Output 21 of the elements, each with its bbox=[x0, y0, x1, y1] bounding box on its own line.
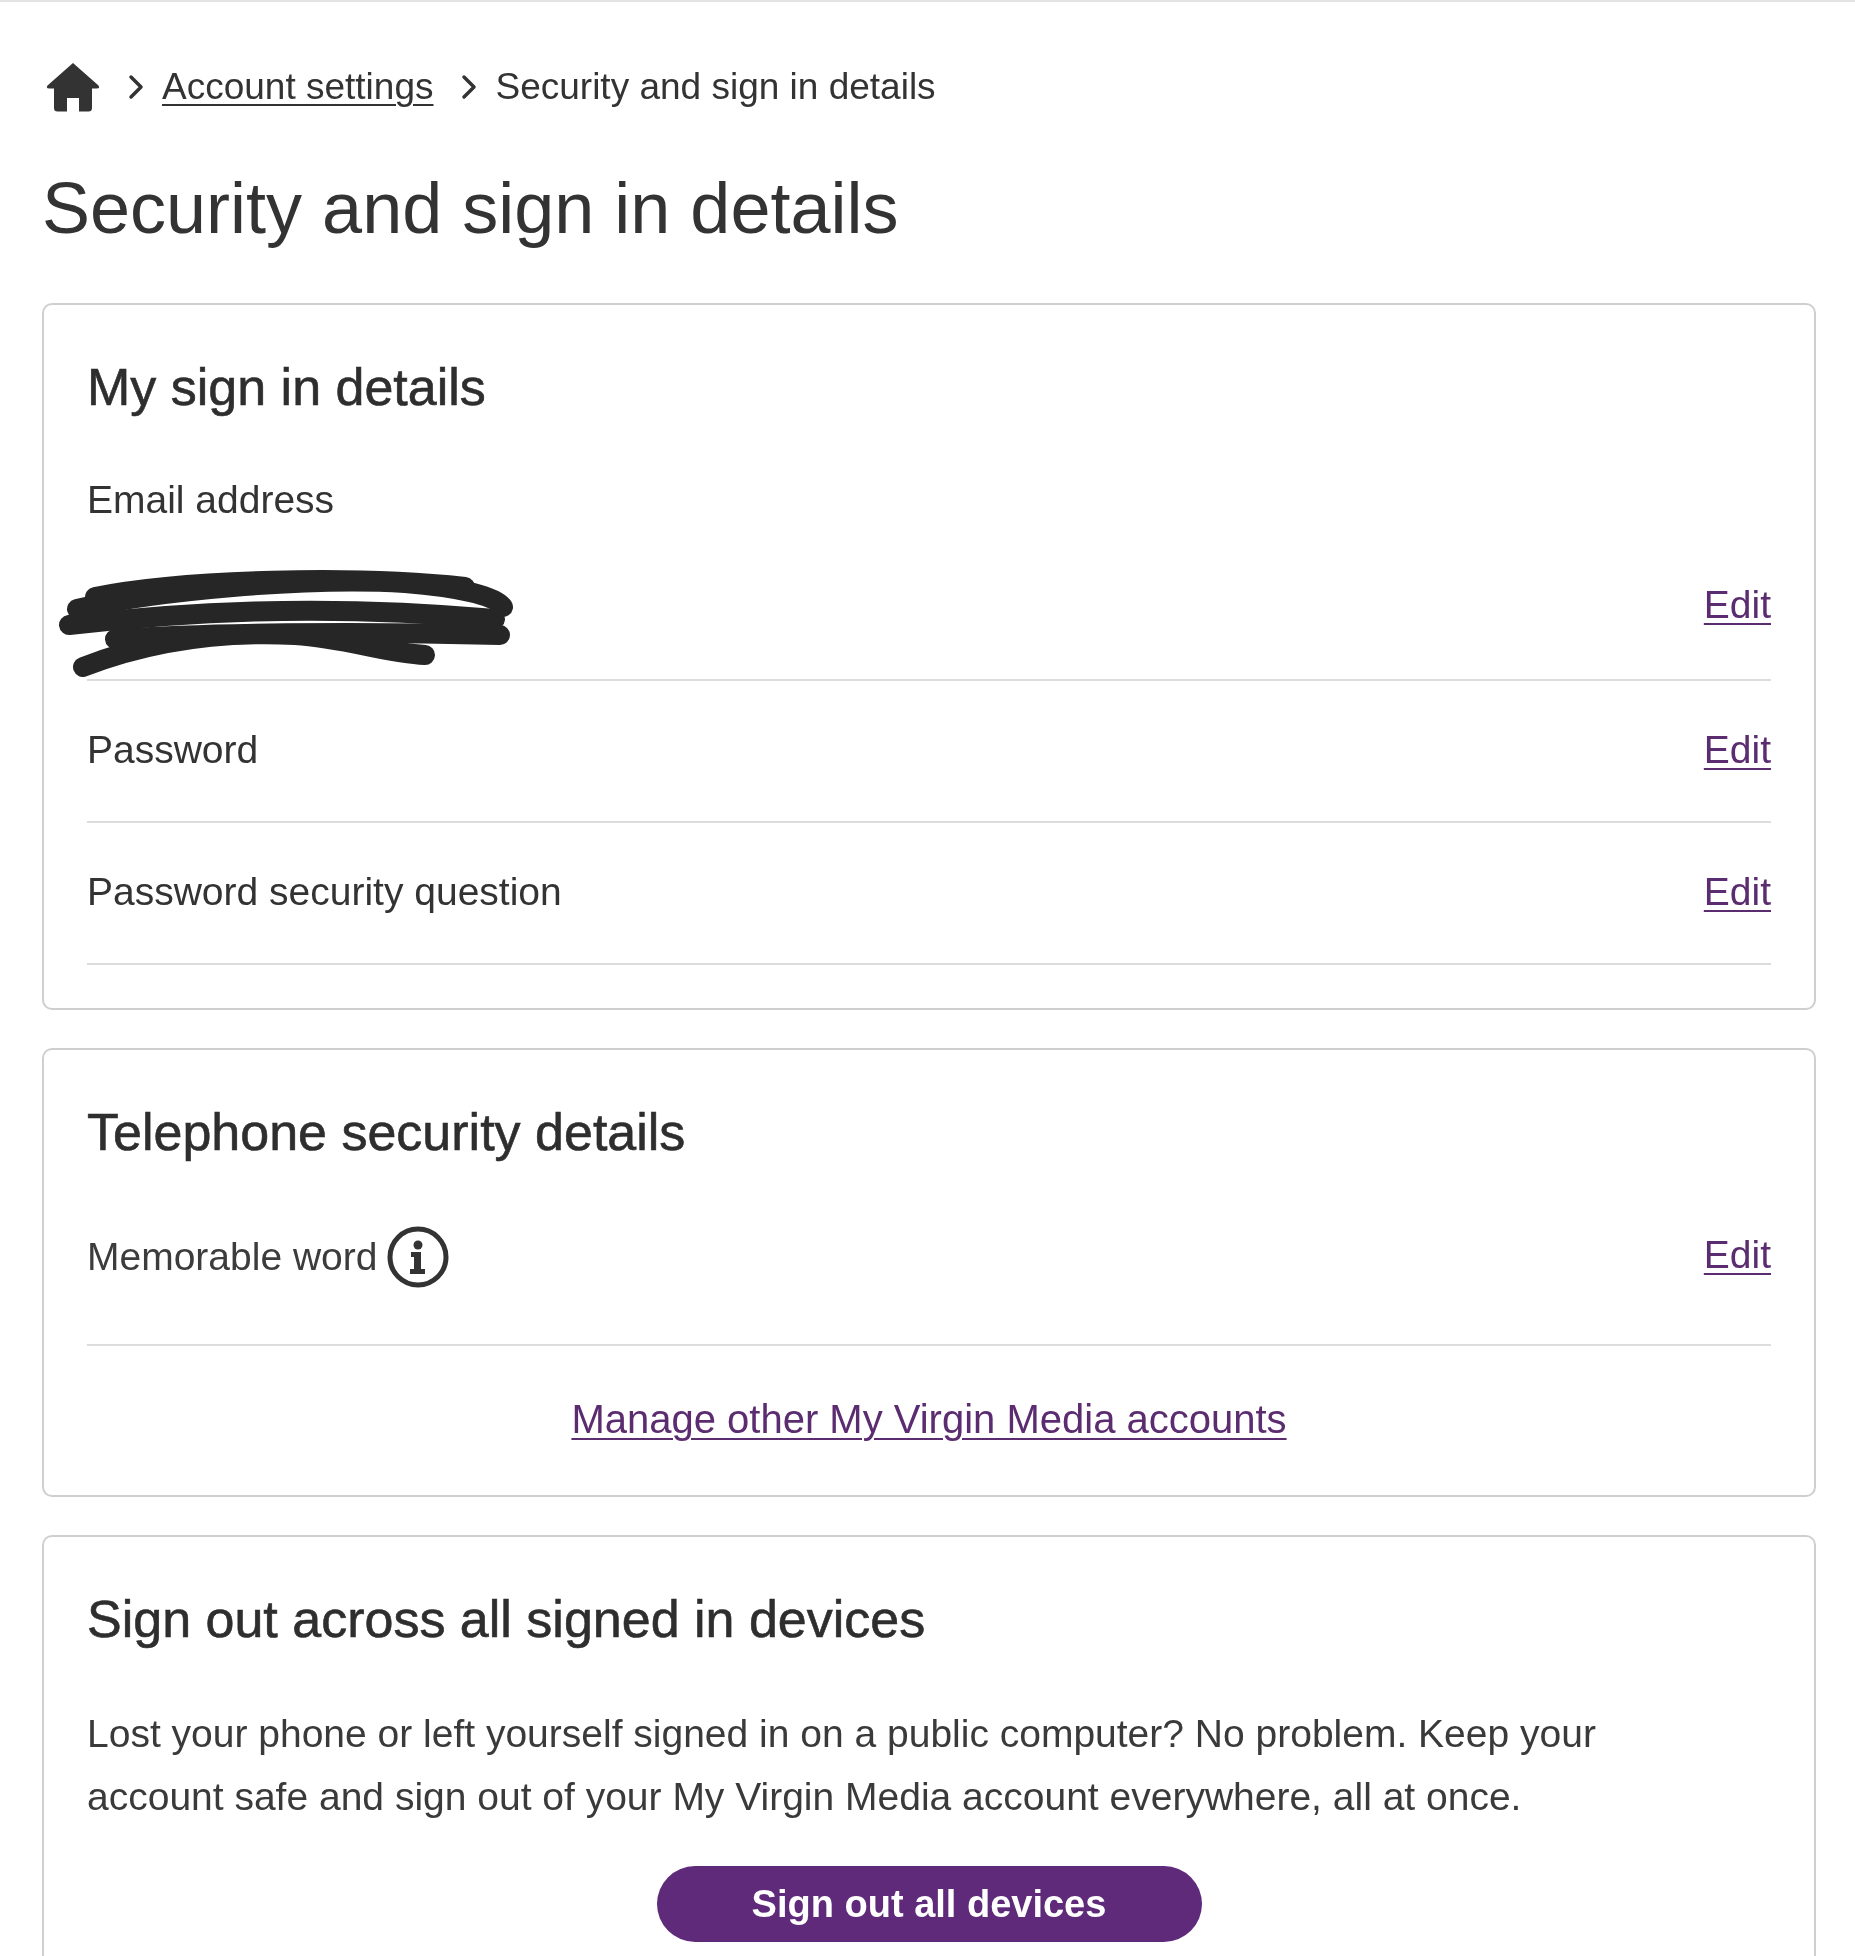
edit-link[interactable]: Edit bbox=[1703, 1230, 1771, 1280]
edit-link[interactable]: Edit bbox=[1703, 867, 1771, 917]
section-heading: Telephone security details bbox=[87, 1102, 686, 1162]
section-heading: My sign in details bbox=[87, 357, 486, 417]
field-label: Password bbox=[87, 727, 259, 773]
edit-link[interactable]: Edit bbox=[1703, 580, 1771, 630]
edit-link[interactable]: Edit bbox=[1703, 725, 1771, 775]
home-icon[interactable] bbox=[46, 62, 100, 112]
section-heading: Sign out across all signed in devices bbox=[87, 1589, 926, 1649]
breadcrumb-current: Security and sign in details bbox=[495, 65, 936, 109]
field-label: Email address bbox=[87, 477, 335, 523]
page-title: Security and sign in details bbox=[42, 168, 899, 248]
description-text: Lost your phone or left yourself signed in on a public computer? No problem. Keep your account safe and sign out of your My Virgin Media account everywhere, all at once. bbox=[87, 1711, 1597, 1820]
sign-out-button[interactable]: Sign out all devices bbox=[656, 1866, 1202, 1942]
breadcrumb-link[interactable]: Account settings bbox=[162, 65, 434, 109]
field-label: Memorable word bbox=[87, 1234, 378, 1280]
chevron-right-icon bbox=[461, 74, 478, 100]
field-label: Password security question bbox=[87, 869, 562, 915]
info-icon[interactable] bbox=[387, 1226, 450, 1288]
manage-accounts-link[interactable]: Manage other My Virgin Media accounts bbox=[571, 1397, 1287, 1441]
chevron-right-icon bbox=[128, 74, 144, 100]
